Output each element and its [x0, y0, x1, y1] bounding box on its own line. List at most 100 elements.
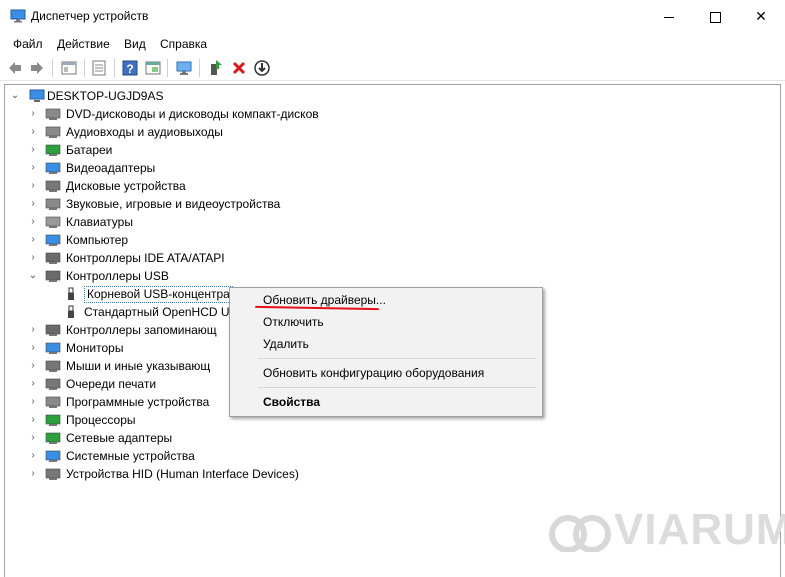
chevron-right-icon[interactable]: ›: [28, 213, 38, 231]
category-monitors-label: Мониторы: [66, 341, 124, 355]
scan-hardware-icon[interactable]: [175, 59, 193, 77]
window-title: Диспетчер устройств: [31, 9, 149, 23]
svg-text:?: ?: [126, 62, 133, 76]
menu-properties[interactable]: Свойства: [263, 392, 320, 412]
menu-scan-hardware[interactable]: Обновить конфигурацию оборудования: [263, 363, 484, 383]
category-batteries-label: Батареи: [66, 143, 113, 157]
chevron-right-icon[interactable]: ›: [28, 177, 38, 195]
category-disk-drives-label: Дисковые устройства: [66, 179, 186, 193]
device-category-icon: [45, 180, 61, 192]
tree-root-label: DESKTOP-UGJD9AS: [47, 89, 164, 103]
menu-separator: [258, 358, 536, 359]
toolbar-separator: [52, 59, 53, 77]
download-driver-icon[interactable]: [253, 59, 271, 77]
device-category-icon: [45, 108, 61, 120]
toolbar-separator: [84, 59, 85, 77]
chevron-right-icon[interactable]: ›: [28, 447, 38, 465]
chevron-right-icon[interactable]: ›: [28, 339, 38, 357]
category-computer-label: Компьютер: [66, 233, 129, 247]
chevron-right-icon[interactable]: ›: [28, 249, 38, 267]
menu-uninstall-device[interactable]: Удалить: [263, 334, 309, 354]
help-icon[interactable]: ?: [121, 59, 139, 77]
toolbar-separator: [114, 59, 115, 77]
chevron-right-icon[interactable]: ›: [28, 465, 38, 483]
device-openhcd-label: Стандартный OpenHCD U: [84, 305, 230, 319]
menu-view[interactable]: Вид: [124, 37, 146, 51]
chevron-right-icon[interactable]: ›: [28, 231, 38, 249]
chevron-right-icon[interactable]: ›: [28, 159, 38, 177]
device-category-icon: [45, 360, 61, 372]
menu-file[interactable]: Файл: [13, 37, 43, 51]
menu-help[interactable]: Справка: [160, 37, 207, 51]
maximize-icon: [709, 11, 721, 23]
device-category-icon: [45, 162, 61, 174]
device-category-icon: [45, 414, 61, 426]
chevron-right-icon[interactable]: ›: [28, 321, 38, 339]
device-category-icon: [45, 324, 61, 336]
category-processors-label: Процессоры: [66, 413, 136, 427]
back-icon[interactable]: [6, 59, 24, 77]
forward-icon[interactable]: [28, 59, 46, 77]
close-icon: ✕: [755, 8, 767, 24]
device-category-icon: [45, 396, 61, 408]
category-ide-label: Контроллеры IDE ATA/ATAPI: [66, 251, 225, 265]
toolbar-separator: [199, 59, 200, 77]
category-software-devices-label: Программные устройства: [66, 395, 210, 409]
chevron-right-icon[interactable]: ›: [28, 375, 38, 393]
menu-action[interactable]: Действие: [57, 37, 110, 51]
minimize-icon: [664, 16, 674, 18]
toolbar: ?: [0, 56, 785, 81]
chevron-right-icon[interactable]: ›: [28, 393, 38, 411]
menu-bar: Файл Действие Вид Справка: [0, 34, 785, 54]
usb-plug-icon: [68, 287, 74, 300]
title-bar: Диспетчер устройств ✕: [0, 0, 785, 32]
category-mice-label: Мыши и иные указывающ: [66, 359, 211, 373]
chevron-right-icon[interactable]: ›: [28, 357, 38, 375]
properties-icon[interactable]: [90, 59, 108, 77]
chevron-down-icon[interactable]: ⌄: [10, 87, 20, 105]
device-category-icon: [45, 216, 61, 228]
device-category-icon: [45, 252, 61, 264]
device-category-icon: [45, 378, 61, 390]
chevron-down-icon[interactable]: ⌄: [28, 267, 38, 285]
show-hide-console-tree-icon[interactable]: [60, 59, 78, 77]
category-network-adapters-label: Сетевые адаптеры: [66, 431, 173, 445]
watermark: VIARUM: [614, 505, 785, 554]
console-icon[interactable]: [144, 59, 162, 77]
device-usb-root-hub-label: Корневой USB-концентра: [84, 286, 233, 303]
category-storage-controllers-label: Контроллеры запоминающ: [66, 323, 217, 337]
toolbar-separator: [167, 59, 168, 77]
menu-disable-device[interactable]: Отключить: [263, 312, 324, 332]
device-category-icon: [45, 450, 61, 462]
chevron-right-icon[interactable]: ›: [28, 195, 38, 213]
minimize-button[interactable]: [646, 0, 692, 32]
chevron-right-icon[interactable]: ›: [28, 141, 38, 159]
maximize-button[interactable]: [692, 0, 738, 32]
device-category-icon: [45, 126, 61, 138]
device-category-icon: [45, 432, 61, 444]
category-dvd-label: DVD-дисководы и дисководы компакт-дисков: [66, 107, 319, 121]
usb-plug-icon: [68, 305, 74, 318]
menu-separator: [258, 387, 536, 388]
device-category-icon: [45, 468, 61, 480]
category-hid-label: Устройства HID (Human Interface Devices): [66, 467, 299, 481]
category-print-queues-label: Очереди печати: [66, 377, 157, 391]
category-display-adapters-label: Видеоадаптеры: [66, 161, 156, 175]
close-button[interactable]: ✕: [738, 0, 784, 32]
computer-icon: [29, 89, 45, 102]
category-keyboards-label: Клавиатуры: [66, 215, 133, 229]
device-category-icon: [45, 270, 61, 282]
chevron-right-icon[interactable]: ›: [28, 105, 38, 123]
uninstall-device-icon[interactable]: [230, 59, 248, 77]
chevron-right-icon[interactable]: ›: [28, 123, 38, 141]
category-audio-io-label: Аудиовходы и аудиовыходы: [66, 125, 223, 139]
device-category-icon: [45, 144, 61, 156]
category-system-devices-label: Системные устройства: [66, 449, 195, 463]
device-category-icon: [45, 234, 61, 246]
device-category-icon: [45, 342, 61, 354]
category-usb-label: Контроллеры USB: [66, 269, 169, 283]
chevron-right-icon[interactable]: ›: [28, 411, 38, 429]
update-driver-icon[interactable]: [207, 59, 225, 77]
device-manager-icon: [10, 9, 26, 23]
chevron-right-icon[interactable]: ›: [28, 429, 38, 447]
